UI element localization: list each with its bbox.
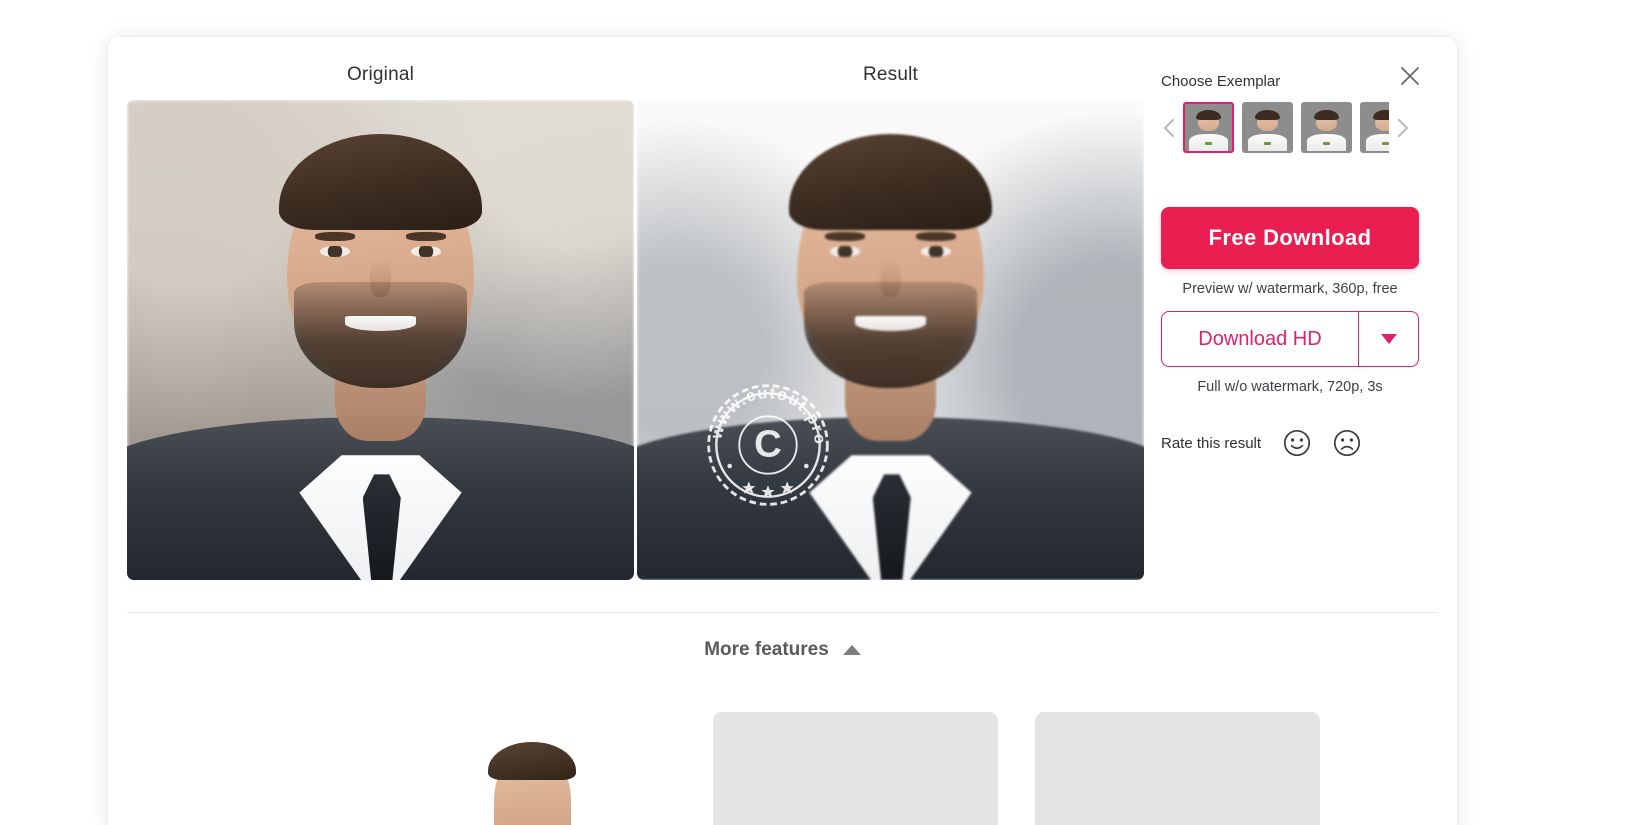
thumb-logo bbox=[1204, 141, 1213, 146]
brow-right bbox=[915, 232, 957, 241]
eye-right bbox=[410, 246, 442, 257]
exemplar-thumbnail-1[interactable] bbox=[1183, 102, 1234, 153]
chevron-left-icon bbox=[1164, 118, 1174, 137]
choose-exemplar-label: Choose Exemplar bbox=[1161, 73, 1281, 90]
eye-left bbox=[829, 246, 861, 257]
more-features-label: More features bbox=[704, 639, 829, 660]
brow-left bbox=[824, 232, 866, 241]
page-root: Original Result www.cutout.pro C Choose … bbox=[0, 0, 1650, 825]
exemplar-thumbnail-4[interactable] bbox=[1360, 102, 1389, 153]
result-modal: Original Result www.cutout.pro C Choose … bbox=[108, 37, 1457, 825]
thumb-hair bbox=[1255, 109, 1280, 120]
eye-left bbox=[319, 246, 351, 257]
feature-card-1[interactable] bbox=[391, 712, 676, 825]
original-photo bbox=[127, 100, 634, 580]
feature-card-row bbox=[108, 712, 1457, 825]
compare-area: Original Result www.cutout.pro C bbox=[108, 37, 1178, 612]
cutout-pro-watermark-icon: www.cutout.pro C bbox=[707, 384, 829, 506]
section-divider bbox=[127, 612, 1438, 613]
result-image: www.cutout.pro C bbox=[637, 100, 1144, 580]
free-download-hint: Preview w/ watermark, 360p, free bbox=[1182, 281, 1398, 297]
exemplar-thumbnail-list bbox=[1183, 102, 1389, 153]
exemplar-next-button[interactable] bbox=[1395, 113, 1411, 143]
download-hd-button[interactable]: Download HD bbox=[1162, 312, 1358, 366]
brow-left bbox=[314, 232, 356, 241]
smiley-face-icon[interactable] bbox=[1283, 429, 1311, 457]
download-hd-dropdown-button[interactable] bbox=[1358, 312, 1418, 366]
caret-up-icon bbox=[842, 645, 861, 655]
result-title: Result bbox=[862, 64, 919, 85]
chevron-down-icon bbox=[1380, 334, 1397, 344]
thumb-logo bbox=[1322, 141, 1331, 146]
thumb-hair bbox=[1196, 109, 1221, 120]
thumb-hair bbox=[1314, 109, 1339, 120]
thumb-logo bbox=[1263, 141, 1272, 146]
brow-right bbox=[405, 232, 447, 241]
watermark-logo-letter: C bbox=[754, 422, 782, 465]
chevron-right-icon bbox=[1398, 118, 1408, 137]
feature-card-3[interactable] bbox=[1035, 712, 1320, 825]
thumb-logo bbox=[1381, 141, 1389, 146]
exemplar-thumbnail-3[interactable] bbox=[1301, 102, 1352, 153]
pane-result: Result www.cutout.pro C bbox=[637, 37, 1144, 580]
pane-original: Original bbox=[127, 37, 634, 580]
feature-card-2[interactable] bbox=[713, 712, 998, 825]
mini-hair bbox=[487, 742, 577, 780]
free-download-button[interactable]: Free Download bbox=[1161, 207, 1419, 269]
thumb-hair bbox=[1373, 109, 1389, 120]
exemplar-carousel bbox=[1161, 102, 1419, 153]
eye-right bbox=[920, 246, 952, 257]
more-features-toggle[interactable]: More features bbox=[108, 639, 1457, 661]
rate-result-label: Rate this result bbox=[1161, 434, 1262, 452]
exemplar-prev-button[interactable] bbox=[1161, 113, 1177, 143]
exemplar-thumbnail-2[interactable] bbox=[1242, 102, 1293, 153]
feature-card-1-image bbox=[391, 712, 676, 825]
original-image bbox=[127, 100, 634, 580]
download-hd-group: Download HD bbox=[1161, 311, 1419, 367]
frowning-face-icon[interactable] bbox=[1333, 429, 1361, 457]
original-title: Original bbox=[346, 64, 415, 85]
download-hd-hint: Full w/o watermark, 720p, 3s bbox=[1197, 379, 1383, 395]
right-rail: Choose Exemplar Free Download Preview w/… bbox=[1161, 37, 1457, 612]
rate-result-row: Rate this result bbox=[1161, 429, 1419, 457]
